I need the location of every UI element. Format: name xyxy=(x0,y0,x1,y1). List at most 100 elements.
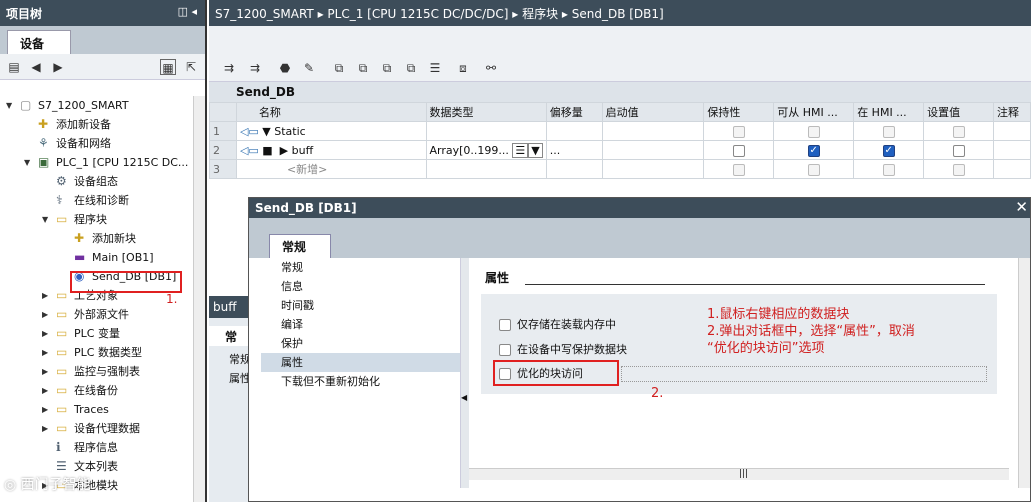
splitter[interactable]: ◀ xyxy=(461,258,469,488)
collapsed-arrow-icon[interactable]: ▶ xyxy=(42,400,52,419)
note-line-1: 1.鼠标右键相应的数据块 xyxy=(707,307,850,322)
expanded-arrow-icon[interactable]: ▼ xyxy=(24,153,34,172)
table-header-row: 名称 数据类型 偏移量 启动值 保持性 可从 HMI ... 在 HMI ...… xyxy=(209,102,1031,122)
retain-checkbox xyxy=(732,163,745,176)
tree-item[interactable]: ⚘ 设备和网络 xyxy=(0,134,205,153)
load-memory-checkbox[interactable] xyxy=(499,319,511,331)
tab-devices[interactable]: 设备 xyxy=(7,30,71,54)
toolbar-icon-5[interactable]: ⧉ xyxy=(331,60,347,76)
table-row[interactable]: 1 ◁▭ ▼ Static xyxy=(209,121,1031,141)
back-icon[interactable]: ◀ xyxy=(28,59,44,75)
toolbar-icon-3[interactable]: ⬣ xyxy=(277,60,293,76)
toolbar-icon-9[interactable]: ☰ xyxy=(427,60,443,76)
toolbar-icon-6[interactable]: ⧉ xyxy=(355,60,371,76)
row-name[interactable]: ◁▭ ■ ▶ buff xyxy=(235,140,427,160)
toolbar-icon-4[interactable]: ✎ xyxy=(301,60,317,76)
hmi-access-checkbox[interactable]: ✓ xyxy=(807,144,820,157)
col-setpoint[interactable]: 设置值 xyxy=(923,102,994,122)
toolbar-icon-11[interactable]: ⚯ xyxy=(483,60,499,76)
dialog-nav-item[interactable]: 常规 xyxy=(261,258,460,277)
tree-item[interactable]: ▶ ▭ PLC 变量 xyxy=(0,324,205,343)
properties-pane: 属性 仅存储在装载内存中 在设备中写保护数据块 优化的块访问 2. 1.鼠标右键… xyxy=(469,258,1009,488)
collapsed-arrow-icon[interactable]: ▶ xyxy=(42,362,52,381)
diag-icon: ⚕ xyxy=(56,193,63,207)
forward-icon[interactable]: ▶ xyxy=(50,59,66,75)
option-label: 在设备中写保护数据块 xyxy=(517,343,627,356)
tree-item[interactable]: ▼ ▣ PLC_1 [CPU 1215C DC... xyxy=(0,153,205,172)
collapsed-arrow-icon[interactable]: ▶ xyxy=(42,305,52,324)
close-icon[interactable]: ✕ xyxy=(1015,198,1028,216)
col-type[interactable]: 数据类型 xyxy=(425,102,547,122)
tree-item[interactable]: ▶ ▭ 监控与强制表 xyxy=(0,362,205,381)
col-comment[interactable]: 注释 xyxy=(992,102,1031,122)
type-list-icon[interactable]: ☰ xyxy=(512,142,529,158)
tree-item-label: S7_1200_SMART xyxy=(38,99,129,112)
pin-icon[interactable]: ◫ ◂ xyxy=(178,5,197,18)
tree-scrollbar[interactable] xyxy=(193,96,205,502)
annotation-note: 1.鼠标右键相应的数据块 2.弹出对话框中，选择“属性”，取消 “优化的块访问”… xyxy=(707,306,915,357)
collapsed-arrow-icon[interactable]: ▶ xyxy=(42,286,52,305)
horizontal-scrollbar[interactable]: ||| xyxy=(469,468,1009,480)
dialog-nav-item[interactable]: 信息 xyxy=(261,277,460,296)
scroll-grip-icon[interactable]: ||| xyxy=(739,469,748,479)
tree-item[interactable]: ✚ 添加新设备 xyxy=(0,115,205,134)
toolbar-icon-1[interactable]: ⇉ xyxy=(221,60,237,76)
tree-item[interactable]: ▼ ▢ S7_1200_SMART xyxy=(0,96,205,115)
dialog-nav-item[interactable]: 下载但不重新初始化 xyxy=(261,372,460,391)
toolbar-icon-2[interactable]: ⇉ xyxy=(247,60,263,76)
row-name[interactable]: ◁▭ ▼ Static xyxy=(235,121,427,141)
tree-item[interactable]: ▶ ▭ 外部源文件 xyxy=(0,305,205,324)
expanded-arrow-icon[interactable]: ▼ xyxy=(6,96,16,115)
dialog-nav: 常规 信息 时间戳 编译 保护 属性 下载但不重新初始化 xyxy=(261,258,461,488)
table-row[interactable]: 2 ◁▭ ■ ▶ buff Array[0..199... ☰ ▼ ... ✓ ✓ xyxy=(209,140,1031,160)
tree-item[interactable]: ▼ ▭ 程序块 xyxy=(0,210,205,229)
expanded-arrow-icon[interactable]: ▼ xyxy=(42,210,52,229)
inspector-general-tab[interactable]: 常 xyxy=(209,326,251,346)
tree-item[interactable]: ✚ 添加新块 xyxy=(0,229,205,248)
col-start[interactable]: 启动值 xyxy=(601,102,705,122)
dialog-nav-item[interactable]: 编译 xyxy=(261,315,460,334)
folder-icon: ▭ xyxy=(56,288,68,302)
collapsed-arrow-icon[interactable]: ▶ xyxy=(42,324,52,343)
hmi-visible-checkbox[interactable]: ✓ xyxy=(882,144,895,157)
tree-item[interactable]: ⚙ 设备组态 xyxy=(0,172,205,191)
inspector-tab[interactable]: buff xyxy=(209,296,251,318)
toolbar-icon-10[interactable]: ⧈ xyxy=(455,60,471,76)
option-load-memory[interactable]: 仅存储在装载内存中 xyxy=(499,316,616,332)
dialog-nav-item[interactable]: 时间戳 xyxy=(261,296,460,315)
dialog-nav-item[interactable]: 属性 xyxy=(261,353,460,372)
export-icon[interactable]: ⇱ xyxy=(183,59,199,75)
row-name[interactable]: <新增> xyxy=(235,159,427,179)
retain-checkbox[interactable] xyxy=(732,144,745,157)
tree-item[interactable]: ▶ ▭ 在线备份 xyxy=(0,381,205,400)
folder-icon: ▭ xyxy=(56,421,68,435)
row-type[interactable]: Array[0..199... ☰ ▼ xyxy=(425,140,547,160)
table-row[interactable]: 3 <新增> xyxy=(209,159,1031,179)
tree-item[interactable]: ▶ ▭ Traces xyxy=(0,400,205,419)
tree-item[interactable]: ℹ 程序信息 xyxy=(0,438,205,457)
tree-item[interactable]: ▶ ▭ PLC 数据类型 xyxy=(0,343,205,362)
new-icon[interactable]: ▤ xyxy=(6,59,22,75)
col-name[interactable]: 名称 xyxy=(235,102,427,122)
col-hmi-visible[interactable]: 在 HMI ... xyxy=(853,102,925,122)
tree-item[interactable]: ⚕ 在线和诊断 xyxy=(0,191,205,210)
col-retain[interactable]: 保持性 xyxy=(703,102,775,122)
option-write-protect[interactable]: 在设备中写保护数据块 xyxy=(499,341,627,357)
collapsed-arrow-icon[interactable]: ▶ xyxy=(42,343,52,362)
tree-item[interactable]: ▬ Main [OB1] xyxy=(0,248,205,267)
detail-view-icon[interactable]: ▦ xyxy=(160,59,176,75)
vertical-scrollbar[interactable] xyxy=(1018,258,1030,488)
write-protect-checkbox[interactable] xyxy=(499,344,511,356)
tab-general[interactable]: 常规 xyxy=(269,234,331,258)
col-hmi-access[interactable]: 可从 HMI ... xyxy=(773,102,855,122)
toolbar-icon-7[interactable]: ⧉ xyxy=(379,60,395,76)
col-offset[interactable]: 偏移量 xyxy=(545,102,603,122)
setpoint-checkbox[interactable] xyxy=(952,144,965,157)
collapse-icon[interactable]: ◀ xyxy=(461,393,467,402)
dialog-nav-item[interactable]: 保护 xyxy=(261,334,460,353)
toolbar-icon-8[interactable]: ⧉ xyxy=(403,60,419,76)
collapsed-arrow-icon[interactable]: ▶ xyxy=(42,419,52,438)
collapsed-arrow-icon[interactable]: ▶ xyxy=(42,381,52,400)
tree-item[interactable]: ▶ ▭ 设备代理数据 xyxy=(0,419,205,438)
chevron-down-icon[interactable]: ▼ xyxy=(528,142,543,158)
